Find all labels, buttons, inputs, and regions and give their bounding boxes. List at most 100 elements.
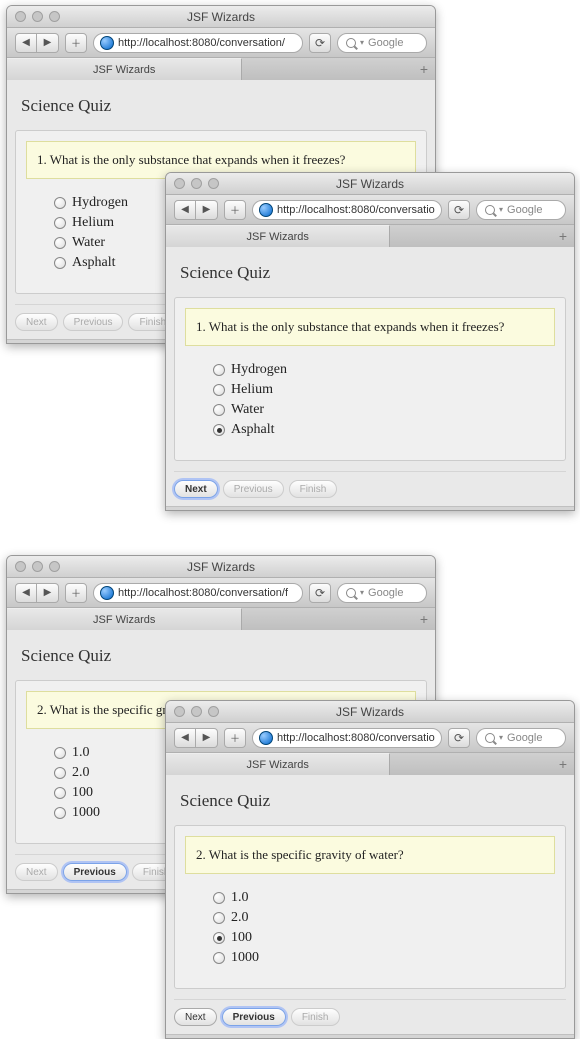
option[interactable]: Asphalt: [213, 420, 555, 440]
url-bar[interactable]: http://localhost:8080/conversation/f: [252, 728, 442, 748]
status-bar: [166, 506, 574, 510]
option[interactable]: 1.0: [213, 888, 555, 908]
add-bookmark-button[interactable]: ＋: [224, 200, 246, 220]
close-light[interactable]: [15, 11, 26, 22]
forward-button[interactable]: ▶: [196, 200, 218, 220]
back-button[interactable]: ◀: [174, 728, 196, 748]
option[interactable]: Water: [213, 400, 555, 420]
minimize-light[interactable]: [191, 178, 202, 189]
zoom-light[interactable]: [49, 561, 60, 572]
option[interactable]: 2.0: [213, 908, 555, 928]
radio-icon[interactable]: [213, 404, 225, 416]
reload-button[interactable]: ⟳: [309, 583, 331, 603]
option[interactable]: 100: [213, 928, 555, 948]
site-icon: [259, 203, 273, 217]
site-icon: [100, 36, 114, 50]
option[interactable]: 1000: [213, 948, 555, 968]
next-button[interactable]: Next: [174, 480, 218, 498]
minimize-light[interactable]: [191, 706, 202, 717]
back-button[interactable]: ◀: [174, 200, 196, 220]
window-title: JSF Wizards: [166, 705, 574, 719]
zoom-light[interactable]: [49, 11, 60, 22]
radio-icon[interactable]: [54, 197, 66, 209]
toolbar: ◀ ▶ ＋ http://localhost:8080/conversation…: [166, 195, 574, 225]
search-bar[interactable]: ▾ Google: [337, 33, 427, 53]
titlebar[interactable]: JSF Wizards: [7, 556, 435, 578]
reload-button[interactable]: ⟳: [448, 200, 470, 220]
minimize-light[interactable]: [32, 11, 43, 22]
new-tab-button[interactable]: +: [552, 225, 574, 247]
window-title: JSF Wizards: [7, 10, 435, 24]
zoom-light[interactable]: [208, 178, 219, 189]
radio-icon[interactable]: [54, 747, 66, 759]
option-label: Hydrogen: [231, 362, 287, 378]
option-label: 1000: [231, 950, 259, 966]
radio-icon[interactable]: [213, 384, 225, 396]
zoom-light[interactable]: [208, 706, 219, 717]
search-icon: [346, 588, 356, 598]
new-tab-button[interactable]: +: [413, 608, 435, 630]
radio-icon[interactable]: [213, 424, 225, 436]
radio-icon[interactable]: [54, 767, 66, 779]
search-bar[interactable]: ▾ Google: [476, 728, 566, 748]
url-bar[interactable]: http://localhost:8080/conversation/: [93, 33, 303, 53]
tab-bar: JSF Wizards +: [7, 608, 435, 630]
reload-button[interactable]: ⟳: [309, 33, 331, 53]
close-light[interactable]: [15, 561, 26, 572]
search-bar[interactable]: ▾ Google: [337, 583, 427, 603]
options-list: 1.0 2.0 100 1000: [185, 888, 555, 968]
add-bookmark-button[interactable]: ＋: [224, 728, 246, 748]
url-bar[interactable]: http://localhost:8080/conversation/f: [93, 583, 303, 603]
tab[interactable]: JSF Wizards: [7, 58, 242, 80]
close-light[interactable]: [174, 706, 185, 717]
radio-icon[interactable]: [54, 807, 66, 819]
close-light[interactable]: [174, 178, 185, 189]
back-button[interactable]: ◀: [15, 583, 37, 603]
forward-button[interactable]: ▶: [196, 728, 218, 748]
url-bar[interactable]: http://localhost:8080/conversation/: [252, 200, 442, 220]
next-button: Next: [15, 863, 58, 881]
back-button[interactable]: ◀: [15, 33, 37, 53]
titlebar[interactable]: JSF Wizards: [166, 173, 574, 195]
question-text: 2. What is the specific gravity of water…: [185, 836, 555, 874]
url-text: http://localhost:8080/conversation/: [118, 37, 285, 49]
radio-icon[interactable]: [213, 912, 225, 924]
previous-button[interactable]: Previous: [222, 1008, 286, 1026]
tab[interactable]: JSF Wizards: [166, 225, 390, 247]
search-placeholder: Google: [507, 732, 542, 744]
tab[interactable]: JSF Wizards: [7, 608, 242, 630]
search-placeholder: Google: [368, 587, 403, 599]
forward-button[interactable]: ▶: [37, 583, 59, 603]
next-button[interactable]: Next: [174, 1008, 217, 1026]
radio-icon[interactable]: [54, 217, 66, 229]
option[interactable]: Hydrogen: [213, 360, 555, 380]
minimize-light[interactable]: [32, 561, 43, 572]
radio-icon[interactable]: [213, 932, 225, 944]
option[interactable]: Helium: [213, 380, 555, 400]
reload-button[interactable]: ⟳: [448, 728, 470, 748]
radio-icon[interactable]: [54, 787, 66, 799]
add-bookmark-button[interactable]: ＋: [65, 33, 87, 53]
radio-icon[interactable]: [213, 892, 225, 904]
option-label: Asphalt: [72, 255, 116, 271]
titlebar[interactable]: JSF Wizards: [7, 6, 435, 28]
tab-bar: JSF Wizards +: [7, 58, 435, 80]
radio-icon[interactable]: [54, 237, 66, 249]
page-title: Science Quiz: [15, 88, 427, 130]
search-bar[interactable]: ▾ Google: [476, 200, 566, 220]
new-tab-button[interactable]: +: [413, 58, 435, 80]
add-bookmark-button[interactable]: ＋: [65, 583, 87, 603]
radio-icon[interactable]: [213, 364, 225, 376]
new-tab-button[interactable]: +: [552, 753, 574, 775]
titlebar[interactable]: JSF Wizards: [166, 701, 574, 723]
previous-button[interactable]: Previous: [63, 863, 127, 881]
radio-icon[interactable]: [54, 257, 66, 269]
option-label: Helium: [72, 215, 114, 231]
forward-button[interactable]: ▶: [37, 33, 59, 53]
radio-icon[interactable]: [213, 952, 225, 964]
tab[interactable]: JSF Wizards: [166, 753, 390, 775]
option-label: 100: [231, 930, 252, 946]
traffic-lights: [15, 561, 60, 572]
option-label: Water: [72, 235, 105, 251]
search-placeholder: Google: [507, 204, 542, 216]
